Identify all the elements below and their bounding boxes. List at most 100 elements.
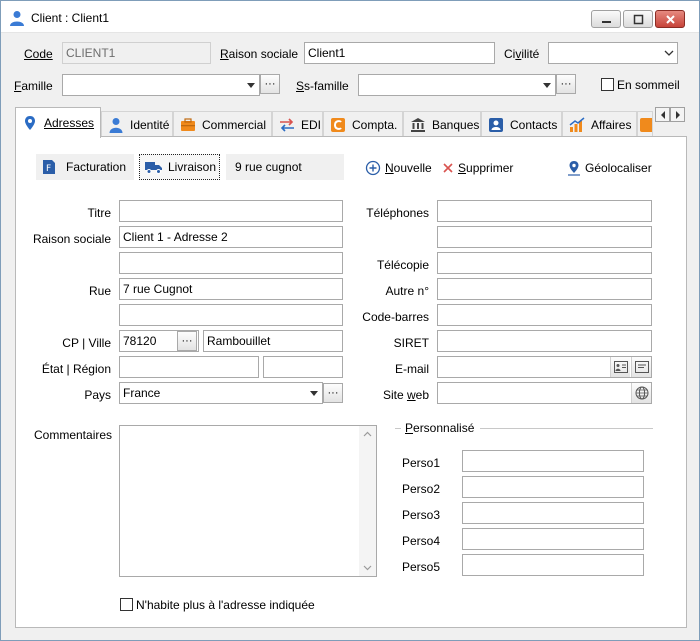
tab-adresses[interactable]: Adresses (15, 107, 101, 138)
ssfamille-browse-button[interactable]: ··· (556, 74, 576, 94)
rue-field[interactable]: 7 rue Cugnot (119, 278, 343, 300)
livraison-label: Livraison (168, 160, 217, 174)
chevron-down-icon[interactable] (660, 43, 677, 63)
code-label: Code (24, 47, 53, 61)
minimize-button[interactable] (591, 10, 621, 28)
raison-sociale-line2-field[interactable] (119, 252, 343, 274)
perso5-label: Perso5 (402, 560, 441, 574)
facturation-label: Facturation (66, 160, 127, 174)
raison-sociale-value: Client1 (308, 46, 346, 60)
telephone1-field[interactable] (437, 200, 652, 222)
supprimer-button[interactable]: Supprimer (442, 159, 513, 177)
commentaires-textarea[interactable] (119, 425, 377, 577)
perso1-field[interactable] (462, 450, 644, 472)
telecopie-field[interactable] (437, 252, 652, 274)
raison-sociale-field[interactable]: Client1 (304, 42, 495, 64)
close-button[interactable] (655, 10, 685, 28)
cp-lookup-button[interactable]: ··· (177, 331, 197, 351)
send-email-button[interactable] (631, 357, 651, 377)
overflow-tab-icon (640, 117, 652, 132)
autre-numero-field[interactable] (437, 278, 652, 300)
perso4-field[interactable] (462, 528, 644, 550)
civilite-select[interactable] (548, 42, 678, 64)
ellipsis-icon: ··· (560, 77, 572, 90)
perso2-field[interactable] (462, 476, 644, 498)
title-bar[interactable]: Client : Client1 (1, 1, 699, 33)
en-sommeil-checkbox[interactable] (601, 78, 614, 91)
famille-browse-button[interactable]: ··· (260, 74, 280, 94)
nhabite-plus-checkbox[interactable] (120, 598, 133, 611)
telephone2-field[interactable] (437, 226, 652, 248)
group-divider (395, 428, 401, 429)
tab-compta[interactable]: Compta. (323, 111, 403, 137)
code-barres-label: Code-barres (362, 310, 429, 324)
address-summary[interactable]: 9 rue cugnot (226, 154, 344, 180)
etat-field[interactable] (119, 356, 259, 378)
contact-card-icon (489, 117, 503, 132)
dropdown-arrow-icon[interactable] (305, 383, 322, 403)
tab-more[interactable] (637, 111, 653, 137)
client-person-icon (10, 11, 24, 26)
maximize-button[interactable] (623, 10, 653, 28)
email-field[interactable] (437, 356, 652, 378)
site-web-label: Site web (382, 388, 429, 402)
close-icon (666, 15, 675, 24)
cp-ville-label: CP | Ville (62, 336, 111, 350)
open-website-button[interactable] (631, 383, 651, 403)
geolocaliser-button[interactable]: Géolocaliser (567, 159, 652, 177)
commentaires-scrollbar[interactable] (359, 426, 376, 576)
pays-label: Pays (84, 388, 111, 402)
famille-select[interactable] (62, 74, 260, 96)
siret-field[interactable] (437, 330, 652, 352)
ssfamille-select[interactable] (358, 74, 556, 96)
globe-icon (635, 386, 648, 400)
scroll-up-icon[interactable] (359, 428, 376, 440)
invoice-icon: F (43, 160, 55, 174)
tab-affaires[interactable]: Affaires (562, 111, 637, 137)
titre-label: Titre (87, 206, 111, 220)
rue-label: Rue (88, 284, 111, 298)
facturation-button[interactable]: F Facturation (36, 154, 134, 180)
tab-banques[interactable]: Banques (403, 111, 481, 137)
tab-edi[interactable]: EDI (272, 111, 323, 137)
pays-select[interactable]: France (119, 382, 323, 404)
pays-browse-button[interactable]: ··· (323, 383, 343, 403)
adresses-panel: F Facturation Livraison 9 rue cugnot Nou… (15, 136, 687, 628)
scroll-down-icon[interactable] (359, 562, 376, 574)
livraison-button[interactable]: Livraison (139, 154, 220, 180)
tab-contacts[interactable]: Contacts (481, 111, 562, 137)
tab-label: Banques (432, 117, 480, 132)
autre-numero-label: Autre n° (385, 284, 430, 298)
delete-x-icon (443, 163, 453, 173)
region-field[interactable] (263, 356, 343, 378)
telecopie-label: Télécopie (376, 258, 429, 272)
supprimer-text: upprimer (466, 161, 514, 175)
raison-sociale-address-field[interactable]: Client 1 - Adresse 2 (119, 226, 343, 248)
code-barres-field[interactable] (437, 304, 652, 326)
dropdown-arrow-icon[interactable] (538, 75, 555, 95)
perso3-field[interactable] (462, 502, 644, 524)
nouvelle-text: ouvelle (393, 161, 432, 175)
site-web-field[interactable] (437, 382, 652, 404)
rue-line2-field[interactable] (119, 304, 343, 326)
email-icon (634, 361, 649, 373)
ville-field[interactable]: Rambouillet (203, 330, 343, 352)
tab-scroll-right-button[interactable] (670, 107, 685, 122)
raison-sociale-address-label: Raison sociale (32, 232, 111, 246)
telephones-label: Téléphones (366, 206, 429, 220)
tab-scroll-left-button[interactable] (655, 107, 670, 122)
dropdown-arrow-icon[interactable] (242, 75, 259, 95)
tab-identite[interactable]: Identité (101, 111, 173, 137)
siret-label: SIRET (393, 336, 429, 350)
perso5-field[interactable] (462, 554, 644, 576)
ellipsis-icon: ··· (327, 386, 339, 399)
address-book-button[interactable] (610, 357, 630, 377)
tab-commercial[interactable]: Commercial (173, 111, 272, 137)
nouvelle-button[interactable]: Nouvelle (365, 159, 432, 177)
geolocate-pin-icon (568, 161, 580, 176)
exchange-icon (280, 117, 294, 132)
tab-label: Contacts (510, 117, 558, 132)
ville-value: Rambouillet (207, 334, 271, 348)
titre-field[interactable] (119, 200, 343, 222)
window-title: Client : Client1 (31, 11, 110, 25)
